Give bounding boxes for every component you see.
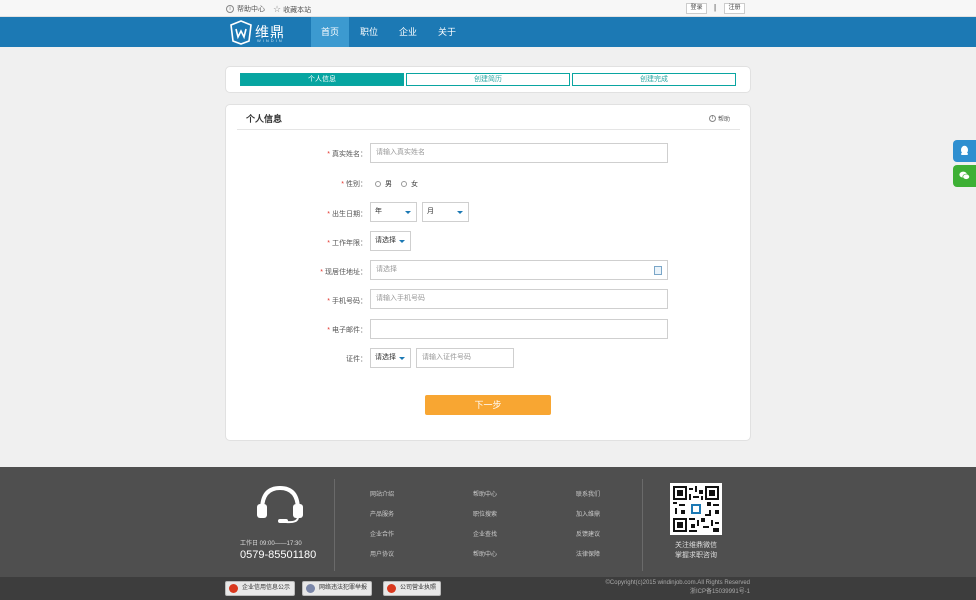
copyright: ©Copyright(c)2015 windinjob.com.All Righ… [605, 580, 750, 595]
hotline-phone: 0579-85501180 [240, 549, 317, 561]
nav-item-jobs[interactable]: 职位 [352, 17, 386, 47]
info-icon: i [226, 5, 234, 13]
footer: 工作日 09:00——17:30 0579-85501180 网站介绍 产品服务… [0, 467, 976, 577]
phone-input[interactable]: 请输入手机号码 [370, 289, 668, 309]
address-label: * 现居住地址： [320, 269, 367, 276]
wechat-icon [959, 171, 970, 180]
credit-info-badge[interactable]: 企业信用信息公示 [225, 581, 296, 596]
gender-male-radio[interactable]: 男 [375, 179, 392, 189]
wechat-qr-code [670, 483, 722, 535]
birth-month-select[interactable]: 月 [422, 202, 469, 222]
birth-year-select[interactable]: 年 [370, 202, 417, 222]
shield-icon [229, 584, 238, 593]
headset-icon [257, 485, 303, 524]
radio-circle [375, 181, 381, 187]
info-icon: i [708, 115, 716, 122]
site-logo[interactable]: 维鼎 WINDIN [228, 19, 290, 45]
footer-link[interactable]: 联系我们 [576, 489, 600, 498]
logo-icon [230, 20, 252, 45]
nav-item-home[interactable]: 首页 [311, 17, 349, 47]
gender-female-radio[interactable]: 女 [401, 179, 418, 189]
panel-divider [237, 129, 740, 130]
logo-subtext: WINDIN [257, 38, 284, 43]
footer-link[interactable]: 企业查找 [473, 529, 497, 538]
birth-label: * 出生日期： [327, 211, 367, 218]
star-icon: ☆ [273, 4, 282, 14]
name-label: * 真实姓名： [327, 151, 367, 158]
chevron-down-icon [457, 211, 463, 214]
work-years-label: * 工作年限： [327, 240, 367, 247]
bottom-bar: 企业信用信息公示 网络违法犯罪举报 公司营业执照 ©Copyright(c)20… [0, 577, 976, 600]
personal-info-panel: 个人信息 i 帮助 * 真实姓名： 请输入真实姓名 * 性别： 男 女 * 出生日期：… [225, 104, 751, 441]
chevron-down-icon [405, 211, 411, 214]
id-type-select[interactable]: 请选择 [370, 348, 411, 368]
footer-link[interactable]: 加入维鼎 [576, 509, 600, 518]
calendar-icon[interactable] [654, 266, 662, 275]
top-bar: i 帮助中心 ☆ 收藏本站 登录 | 注册 [0, 0, 976, 17]
step-create-resume: 创建简历 [406, 73, 570, 86]
progress-steps: 个人信息 创建简历 创建完成 [225, 66, 751, 93]
panel-title: 个人信息 [246, 114, 283, 124]
footer-link[interactable]: 用户协议 [370, 549, 394, 558]
police-icon [306, 584, 315, 593]
license-badge[interactable]: 公司营业执照 [383, 581, 442, 596]
qr-code [673, 486, 719, 532]
footer-link[interactable]: 法律保障 [576, 549, 600, 558]
bookmark-link[interactable]: ☆ 收藏本站 [273, 4, 311, 15]
chevron-down-icon [399, 240, 405, 243]
nav-item-companies[interactable]: 企业 [391, 17, 425, 47]
step-complete: 创建完成 [572, 73, 736, 86]
id-number-input[interactable]: 请输入证件号码 [416, 348, 514, 368]
help-label: 帮助 [717, 117, 730, 123]
register-button[interactable]: 注册 [724, 3, 745, 14]
name-input[interactable]: 请输入真实姓名 [370, 143, 668, 163]
footer-link[interactable]: 企业合作 [370, 529, 394, 538]
wechat-float-button[interactable] [953, 165, 976, 187]
footer-link[interactable]: 产品服务 [370, 509, 394, 518]
step-personal-info: 个人信息 [240, 73, 404, 86]
help-center-label: 帮助中心 [237, 6, 265, 13]
emblem-icon [387, 584, 396, 593]
footer-divider [642, 479, 643, 571]
footer-link[interactable]: 网站介绍 [370, 489, 394, 498]
report-badge[interactable]: 网络违法犯罪举报 [302, 581, 373, 596]
work-years-select[interactable]: 请选择 [370, 231, 411, 251]
main-nav: 维鼎 WINDIN 首页 职位 企业 关于 [0, 17, 976, 47]
footer-link[interactable]: 帮助中心 [473, 489, 497, 498]
footer-link[interactable]: 职位搜索 [473, 509, 497, 518]
footer-link[interactable]: 帮助中心 [473, 549, 497, 558]
bookmark-label: 收藏本站 [283, 6, 312, 14]
address-input[interactable]: 请选择 [370, 260, 668, 280]
nav-item-about[interactable]: 关于 [430, 17, 464, 47]
footer-divider [334, 479, 335, 571]
id-label: 证件： [346, 356, 367, 363]
footer-link[interactable]: 反馈建议 [576, 529, 600, 538]
help-center-link[interactable]: i 帮助中心 [226, 4, 265, 14]
email-input[interactable] [370, 319, 668, 339]
chevron-down-icon [399, 357, 405, 360]
help-link[interactable]: i 帮助 [708, 114, 730, 123]
login-button[interactable]: 登录 [686, 3, 707, 14]
work-time: 工作日 09:00——17:30 [240, 541, 302, 547]
email-label: * 电子邮件： [327, 327, 367, 334]
qq-float-button[interactable] [953, 140, 976, 162]
phone-label: * 手机号码： [327, 298, 367, 305]
next-step-button[interactable]: 下一步 [425, 395, 551, 415]
qq-icon [961, 145, 968, 155]
qr-caption: 关注维鼎微信 掌握求职咨询 [675, 542, 717, 559]
topbar-separator: | [714, 3, 717, 12]
gender-label: * 性别： [341, 181, 367, 188]
radio-circle [401, 181, 407, 187]
